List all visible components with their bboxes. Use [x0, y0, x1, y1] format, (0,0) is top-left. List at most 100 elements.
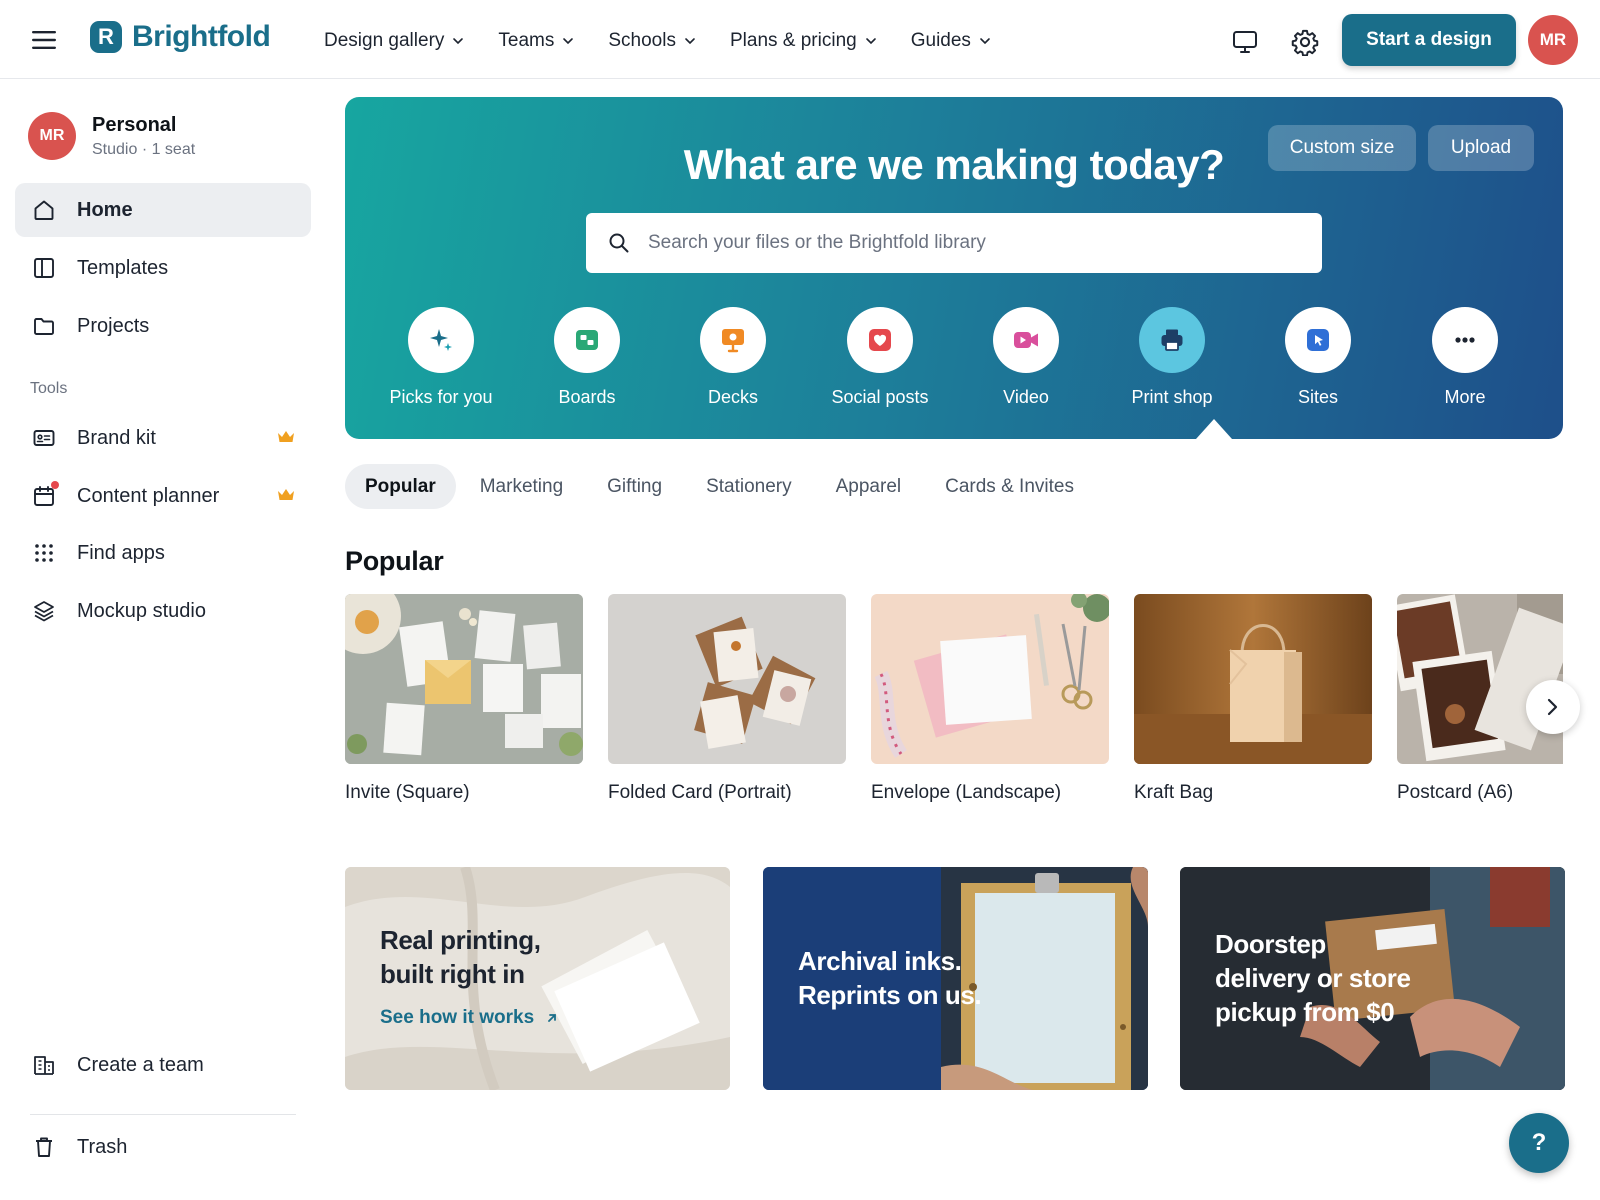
account-switcher[interactable]: MR Personal Studio · 1 seat	[28, 112, 195, 160]
tab-gifting[interactable]: Gifting	[587, 464, 682, 509]
upload-button[interactable]: Upload	[1428, 125, 1534, 171]
promo-heading: Real printing, built right in	[380, 923, 541, 991]
promo-heading: Doorstep delivery or store pickup from $…	[1215, 927, 1411, 1029]
product-card[interactable]: Folded Card (Portrait)	[608, 594, 846, 804]
brand-logo[interactable]: R Brightfold	[90, 20, 271, 54]
category-video[interactable]: Video	[951, 307, 1101, 408]
nav-label: Schools	[608, 30, 676, 51]
promo-card-delivery[interactable]: Doorstep delivery or store pickup from $…	[1180, 867, 1565, 1090]
category-more[interactable]: More	[1390, 307, 1540, 408]
carousel-next-button[interactable]	[1526, 680, 1580, 734]
desktop-icon[interactable]	[1225, 22, 1265, 62]
presentation-icon	[700, 307, 766, 373]
category-sites[interactable]: Sites	[1243, 307, 1393, 408]
brand-kit-icon	[31, 425, 57, 451]
promo-heading-line: Archival inks.	[798, 946, 962, 976]
nav-plans-pricing[interactable]: Plans & pricing	[716, 24, 891, 58]
sidebar-item-brand-kit[interactable]: Brand kit	[15, 411, 311, 465]
nav-design-gallery[interactable]: Design gallery	[310, 24, 478, 58]
product-card[interactable]: Invite (Square)	[345, 594, 583, 804]
help-button[interactable]: ?	[1509, 1113, 1569, 1173]
account-name: Personal	[92, 113, 177, 136]
product-image-kraft-bag	[1134, 594, 1372, 764]
top-navigation: Design gallery Teams Schools Plans & pri…	[310, 24, 1005, 58]
folder-icon	[31, 313, 57, 339]
heart-icon	[847, 307, 913, 373]
user-avatar[interactable]: MR	[1528, 15, 1578, 65]
product-image-invite	[345, 594, 583, 764]
product-label: Postcard (A6)	[1397, 782, 1514, 803]
promo-heading-line: delivery or store	[1215, 963, 1411, 993]
sidebar-item-label: Content planner	[77, 484, 220, 507]
sidebar-item-create-team[interactable]: Create a team	[15, 1038, 311, 1092]
calendar-icon	[31, 481, 59, 509]
tab-apparel[interactable]: Apparel	[816, 464, 922, 509]
more-icon	[1432, 307, 1498, 373]
nav-guides[interactable]: Guides	[897, 24, 1005, 58]
category-label: More	[1444, 387, 1486, 407]
sidebar-divider	[30, 1114, 296, 1115]
category-picks-for-you[interactable]: Picks for you	[366, 307, 516, 408]
video-icon	[993, 307, 1059, 373]
sidebar-item-find-apps[interactable]: Find apps	[15, 526, 311, 580]
tab-stationery[interactable]: Stationery	[686, 464, 812, 509]
sidebar-item-projects[interactable]: Projects	[15, 299, 311, 353]
search-input[interactable]	[648, 232, 1288, 254]
sidebar-item-mockup-studio[interactable]: Mockup studio	[15, 584, 311, 638]
sidebar-item-label: Trash	[77, 1135, 128, 1158]
selected-category-pointer	[1196, 419, 1232, 439]
chevron-down-icon	[865, 38, 876, 45]
team-building-icon	[31, 1052, 57, 1078]
sidebar-item-home[interactable]: Home	[15, 183, 311, 237]
product-card[interactable]: Envelope (Landscape)	[871, 594, 1109, 804]
top-bar: R Brightfold Design gallery Teams School…	[0, 0, 1600, 79]
layers-icon	[31, 598, 57, 624]
product-label: Kraft Bag	[1134, 782, 1214, 803]
category-decks[interactable]: Decks	[658, 307, 808, 408]
sparkle-icon	[408, 307, 474, 373]
promo-heading: Archival inks. Reprints on us.	[798, 944, 982, 1012]
sidebar-item-templates[interactable]: Templates	[15, 241, 311, 295]
product-carousel: Invite (Square) Folded Card (Portrait) E…	[345, 594, 1563, 814]
sidebar-item-label: Create a team	[77, 1053, 204, 1076]
promo-heading-line: Real printing,	[380, 925, 541, 955]
custom-size-button[interactable]: Custom size	[1268, 125, 1416, 171]
logo-wordmark: Brightfold	[132, 20, 271, 53]
nav-label: Design gallery	[324, 30, 445, 51]
category-boards[interactable]: Boards	[512, 307, 662, 408]
category-social-posts[interactable]: Social posts	[805, 307, 955, 408]
category-label: Video	[1003, 387, 1049, 407]
category-label: Print shop	[1131, 387, 1213, 407]
promo-heading-line: Reprints on us.	[798, 980, 982, 1010]
see-how-it-works-link[interactable]: See how it works	[380, 1007, 558, 1029]
trash-icon	[31, 1134, 57, 1160]
board-icon	[554, 307, 620, 373]
category-print-shop[interactable]: Print shop	[1097, 307, 1247, 408]
sidebar-item-content-planner[interactable]: Content planner	[15, 469, 311, 523]
gear-icon[interactable]	[1285, 22, 1325, 62]
hamburger-menu-icon[interactable]	[26, 22, 62, 58]
product-image-folded-card	[608, 594, 846, 764]
nav-teams[interactable]: Teams	[484, 24, 588, 58]
logo-mark: R	[90, 21, 122, 53]
tab-cards-invites[interactable]: Cards & Invites	[925, 464, 1094, 509]
promo-card-archival-inks[interactable]: Archival inks. Reprints on us.	[763, 867, 1148, 1090]
chevron-down-icon	[453, 38, 464, 45]
sidebar: MR Personal Studio · 1 seat Home Templat…	[0, 80, 330, 1200]
sidebar-item-trash[interactable]: Trash	[15, 1120, 311, 1174]
tools-section-label: Tools	[30, 380, 68, 397]
product-card[interactable]: Kraft Bag	[1134, 594, 1372, 804]
promo-card-real-printing[interactable]: Real printing, built right in See how it…	[345, 867, 730, 1090]
promo-heading-line: built right in	[380, 959, 525, 989]
category-label: Boards	[558, 387, 616, 407]
search-bar[interactable]	[586, 213, 1322, 273]
product-image-envelope	[871, 594, 1109, 764]
account-avatar: MR	[28, 112, 76, 160]
promo-heading-line: Doorstep	[1215, 929, 1326, 959]
tab-popular[interactable]: Popular	[345, 464, 456, 509]
start-design-button[interactable]: Start a design	[1342, 14, 1516, 66]
nav-schools[interactable]: Schools	[594, 24, 710, 58]
crown-premium-icon	[278, 489, 294, 500]
tab-marketing[interactable]: Marketing	[460, 464, 583, 509]
product-image-postcard	[1397, 594, 1563, 764]
